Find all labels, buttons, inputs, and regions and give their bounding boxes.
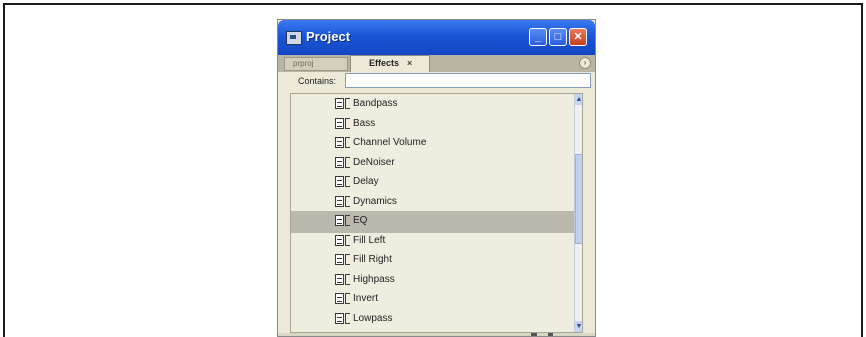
title-bar[interactable]: Project _ □ ✕ (278, 20, 595, 55)
tab-project[interactable]: prproj (284, 57, 348, 71)
audio-effect-icon (335, 98, 344, 109)
project-window-icon (286, 31, 302, 45)
effect-label: EQ (353, 215, 368, 226)
audio-effect-bracket-icon (345, 215, 350, 226)
contains-search-input[interactable] (345, 73, 591, 88)
effects-list: Bandpass Bass Channel Volume DeNoiser Delay D… (290, 93, 583, 333)
audio-effect-bracket-icon (345, 254, 350, 265)
close-button[interactable]: ✕ (569, 28, 587, 46)
contains-label: Contains: (298, 76, 337, 86)
minimize-button[interactable]: _ (529, 28, 547, 46)
effect-label: Fill Left (353, 234, 386, 246)
vertical-scrollbar[interactable]: ▲ ▼ (574, 94, 582, 332)
audio-effect-bracket-icon (345, 98, 350, 109)
effect-label: Highpass (353, 273, 395, 285)
effect-list-item[interactable]: Lowpass (291, 309, 574, 331)
tab-effects-label: Effects (369, 58, 400, 68)
audio-effect-icon (335, 195, 344, 207)
contains-row: Contains: (278, 72, 595, 92)
audio-effect-bracket-icon (345, 176, 350, 187)
effect-label: Delay (353, 176, 379, 187)
effect-label: Bass (353, 117, 376, 129)
audio-effect-icon (335, 312, 344, 324)
audio-effect-bracket-icon (345, 273, 350, 285)
audio-effect-bracket-icon (345, 293, 350, 304)
audio-effect-icon (335, 156, 344, 168)
effect-label: Lowpass (353, 312, 393, 324)
maximize-button[interactable]: □ (549, 28, 567, 46)
audio-effect-bracket-icon (345, 137, 350, 148)
new-bin-icon[interactable] (531, 333, 537, 336)
audio-effect-bracket-icon (345, 117, 350, 129)
audio-effect-icon (335, 234, 344, 246)
audio-effect-bracket-icon (345, 312, 350, 324)
audio-effect-bracket-icon (345, 156, 350, 168)
scroll-up-arrow-icon[interactable]: ▲ (575, 94, 582, 105)
audio-effect-icon (335, 273, 344, 285)
effect-label: Channel Volume (353, 137, 427, 148)
effect-label: Fill Right (353, 254, 392, 265)
panel-status-bar (278, 333, 595, 336)
effect-label: DeNoiser (353, 156, 395, 168)
delete-icon[interactable] (548, 333, 553, 336)
audio-effect-icon (335, 176, 344, 187)
effect-label: Bandpass (353, 98, 398, 109)
audio-effect-icon (335, 137, 344, 148)
project-panel-window: Project _ □ ✕ prproj Effects × › Contain… (277, 19, 596, 337)
tab-close-icon[interactable]: × (407, 56, 412, 71)
tab-effects[interactable]: Effects × (350, 55, 430, 72)
effect-label: Dynamics (353, 195, 397, 207)
audio-effect-bracket-icon (345, 234, 350, 246)
audio-effect-icon (335, 215, 344, 226)
audio-effect-icon (335, 293, 344, 304)
audio-effect-icon (335, 117, 344, 129)
audio-effect-icon (335, 254, 344, 265)
scroll-thumb[interactable] (575, 154, 582, 244)
tab-strip: prproj Effects × › (278, 55, 595, 72)
audio-effect-bracket-icon (345, 195, 350, 207)
panel-menu-icon[interactable]: › (579, 57, 591, 69)
scroll-down-arrow-icon[interactable]: ▼ (575, 321, 582, 332)
effect-label: Invert (353, 293, 379, 304)
window-title: Project (306, 29, 351, 44)
